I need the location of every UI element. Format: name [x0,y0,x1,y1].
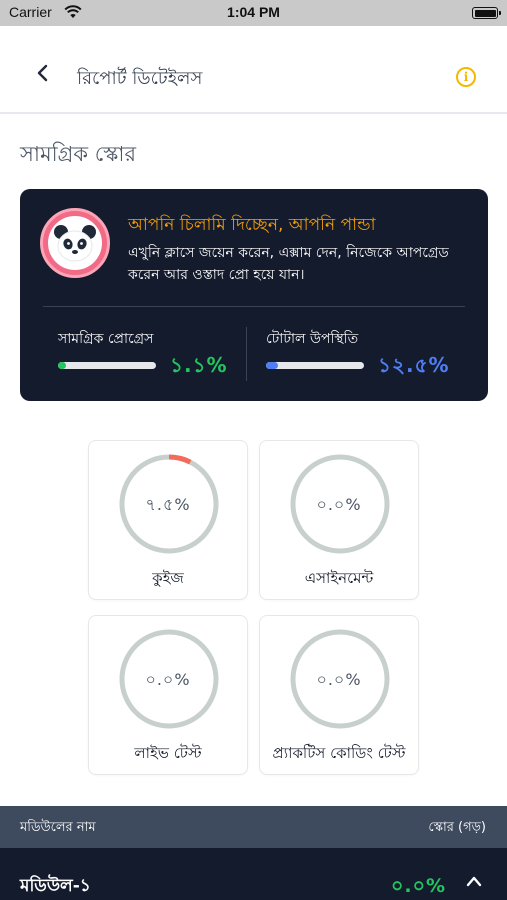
live-test-label: লাইভ টেস্ট [134,744,202,762]
practice-coding-test-tile[interactable]: ০.০% প্র্যাকটিস কোডিং টেস্ট [259,615,419,775]
practice-coding-percent: ০.০% [316,670,362,689]
attendance-value: ১২.৫% [378,353,450,377]
column-score: স্কোর (গড়) [428,820,486,835]
module-row[interactable]: মডিউল-১ ০.০% [0,848,507,900]
column-module-name: মডিউলের নাম [20,820,96,835]
card-description: এখুনি ক্লাসে জয়েন করেন, এক্সাম দেন, নিজ… [128,245,449,283]
card-vertical-divider [246,327,247,381]
quiz-percent: ৭.৫% [145,495,191,514]
assignment-tile[interactable]: ০.০% এসাইনমেন্ট [259,440,419,600]
progress-label: সামগ্রিক প্রোগ্রেস [58,331,154,347]
summary-card: আপনি চিলামি দিচ্ছেন, আপনি পান্ডা এখুনি ক… [20,189,488,401]
quiz-tile[interactable]: ৭.৫% কুইজ [88,440,248,600]
battery-icon [472,7,501,19]
attendance-label: টোটাল উপস্থিতি [266,331,359,347]
assignment-label: এসাইনমেন্ট [304,569,374,587]
progress-value: ১.১% [170,353,228,377]
live-test-percent: ০.০% [145,670,191,689]
practice-coding-label: প্র্যাকটিস কোডিং টেস্ট [272,744,406,762]
chevron-up-icon[interactable] [466,875,482,887]
info-icon[interactable]: i [456,67,476,87]
panda-avatar [40,208,110,278]
back-arrow-icon[interactable] [32,62,54,84]
card-divider [43,306,465,307]
attendance-bar [266,362,364,369]
page-title: রিপোর্ট ডিটেইলস [77,68,203,89]
status-bar: Carrier 1:04 PM [0,0,507,26]
panda-icon [54,225,96,262]
progress-bar-fill [58,362,66,369]
module-name: মডিউল-১ [20,876,91,896]
live-test-tile[interactable]: ০.০% লাইভ টেস্ট [88,615,248,775]
module-score: ০.০% [391,875,446,897]
module-table-header: মডিউলের নাম স্কোর (গড়) [0,806,507,848]
section-title: সামগ্রিক স্কোর [20,142,137,166]
app-header: রিপোর্ট ডিটেইলস i [0,26,507,114]
quiz-label: কুইজ [152,569,184,587]
assignment-percent: ০.০% [316,495,362,514]
progress-bar [58,362,156,369]
card-headline: আপনি চিলামি দিচ্ছেন, আপনি পান্ডা [128,215,376,235]
clock: 1:04 PM [227,4,280,20]
attendance-bar-fill [266,362,279,369]
